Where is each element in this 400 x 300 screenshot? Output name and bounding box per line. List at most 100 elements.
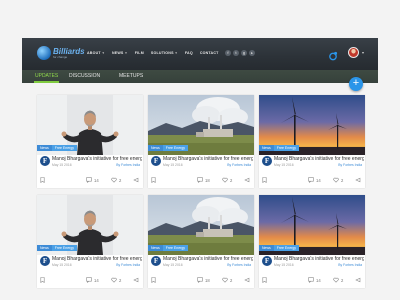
comment-button[interactable]: 14 — [308, 277, 321, 283]
news-badge[interactable]: News — [259, 245, 274, 251]
like-count: 2 — [341, 177, 344, 183]
post-author[interactable]: By Forbes India — [338, 263, 362, 267]
news-badge[interactable]: News — [37, 245, 52, 251]
comment-button[interactable]: 14 — [86, 277, 99, 283]
post-title[interactable]: Manoj Bhargava's initiative for free ene… — [52, 156, 142, 162]
post-date: May 15 2016 — [52, 163, 72, 167]
category-badge[interactable]: Free Energy — [162, 145, 189, 151]
heart-icon — [111, 277, 117, 283]
twitter-icon[interactable]: t — [233, 50, 239, 56]
like-button[interactable]: 2 — [111, 277, 121, 283]
nav-item-film[interactable]: FILM — [135, 51, 144, 55]
post-author[interactable]: By Forbes India — [338, 163, 362, 167]
comment-button[interactable]: 14 — [86, 177, 99, 183]
forbes-logo-icon[interactable]: F — [151, 256, 161, 266]
tab-discussion[interactable]: DISCUSSION — [69, 73, 100, 79]
bookmark-icon[interactable] — [40, 177, 45, 183]
category-badge[interactable]: Free Energy — [162, 245, 189, 251]
like-button[interactable]: 2 — [333, 177, 343, 183]
post-author[interactable]: By Forbes India — [116, 263, 140, 267]
forbes-logo-icon[interactable]: F — [262, 156, 272, 166]
comment-count: 14 — [316, 177, 321, 183]
share-icon[interactable] — [244, 277, 250, 283]
forbes-logo-icon[interactable]: F — [40, 156, 50, 166]
nav-item-faq[interactable]: FAQ — [185, 51, 193, 55]
nav-item-about[interactable]: ABOUT ▼ — [87, 51, 105, 55]
category-badge[interactable]: Free Energy — [51, 145, 78, 151]
news-badge[interactable]: News — [37, 145, 52, 151]
post-card[interactable]: News Free Energy F Manoj Bhargava's init… — [259, 195, 365, 288]
chevron-down-icon[interactable]: ▾ — [362, 50, 364, 55]
comment-button[interactable]: 14 — [308, 177, 321, 183]
post-title[interactable]: Manoj Bhargava's initiative for free ene… — [52, 256, 142, 262]
post-author[interactable]: By Forbes India — [227, 263, 251, 267]
post-title[interactable]: Manoj Bhargava's initiative for free ene… — [163, 156, 253, 162]
post-card[interactable]: News Free Energy F Manoj Bhargava's init… — [148, 195, 254, 288]
forbes-logo-icon[interactable]: F — [151, 156, 161, 166]
like-button[interactable]: 2 — [333, 277, 343, 283]
post-card[interactable]: News Free Energy F Manoj Bhargava's init… — [37, 95, 143, 188]
heart-icon — [111, 177, 117, 183]
share-icon[interactable] — [133, 177, 139, 183]
share-icon[interactable] — [133, 277, 139, 283]
category-badge[interactable]: Free Energy — [273, 145, 300, 151]
post-actions: 14 2 — [259, 174, 365, 188]
post-author[interactable]: By Forbes India — [227, 163, 251, 167]
youtube-icon[interactable]: ▸ — [249, 50, 255, 56]
post-author[interactable]: By Forbes India — [116, 163, 140, 167]
like-button[interactable]: 2 — [222, 177, 232, 183]
nav-item-news[interactable]: NEWS ▼ — [112, 51, 128, 55]
post-title[interactable]: Manoj Bhargava's initiative for free ene… — [274, 256, 364, 262]
heart-icon — [333, 177, 339, 183]
comment-button[interactable]: 18 — [197, 277, 210, 283]
chevron-down-icon: ▼ — [174, 51, 178, 55]
news-badge[interactable]: News — [148, 245, 163, 251]
share-icon[interactable] — [355, 277, 361, 283]
share-icon[interactable] — [355, 177, 361, 183]
add-post-button[interactable]: + — [349, 77, 363, 91]
active-tab-indicator — [34, 81, 59, 83]
category-badge[interactable]: Free Energy — [273, 245, 300, 251]
post-title[interactable]: Manoj Bhargava's initiative for free ene… — [274, 156, 364, 162]
post-badges: News Free Energy — [37, 145, 78, 151]
bookmark-icon[interactable] — [262, 277, 267, 283]
tabs-bar: UPDATES DISCUSSION MEETUPS — [22, 70, 378, 83]
forbes-logo-icon[interactable]: F — [262, 256, 272, 266]
heart-icon — [222, 177, 228, 183]
like-button[interactable]: 2 — [222, 277, 232, 283]
comment-button[interactable]: 18 — [197, 177, 210, 183]
nav-item-solutions[interactable]: SOLUTIONS ▼ — [151, 51, 178, 55]
tab-meetups[interactable]: MEETUPS — [119, 73, 143, 79]
post-card[interactable]: News Free Energy F Manoj Bhargava's init… — [148, 95, 254, 188]
post-badges: News Free Energy — [148, 245, 189, 251]
main-nav: ABOUT ▼ NEWS ▼ FILM SOLUTIONS ▼ FAQ CONTACT — [87, 51, 219, 55]
bookmark-icon[interactable] — [151, 277, 156, 283]
like-count: 2 — [119, 277, 122, 283]
bookmark-icon[interactable] — [262, 177, 267, 183]
post-date: May 15 2016 — [274, 163, 294, 167]
news-badge[interactable]: News — [259, 145, 274, 151]
like-button[interactable]: 2 — [111, 177, 121, 183]
notification-icon[interactable] — [328, 48, 338, 61]
bookmark-icon[interactable] — [40, 277, 45, 283]
news-badge[interactable]: News — [148, 145, 163, 151]
nav-item-contact[interactable]: CONTACT — [200, 51, 219, 55]
facebook-icon[interactable]: f — [225, 50, 231, 56]
top-navbar: Billiards for change ABOUT ▼ NEWS ▼ FILM S… — [22, 38, 378, 70]
share-icon[interactable] — [244, 177, 250, 183]
post-card[interactable]: News Free Energy F Manoj Bhargava's init… — [259, 95, 365, 188]
post-actions: 14 2 — [37, 274, 143, 288]
site-logo[interactable]: Billiards for change — [37, 46, 85, 60]
post-badges: News Free Energy — [259, 145, 300, 151]
bookmark-icon[interactable] — [151, 177, 156, 183]
user-avatar[interactable] — [348, 47, 359, 58]
comment-icon — [86, 277, 92, 283]
chevron-down-icon: ▼ — [101, 51, 105, 55]
post-title[interactable]: Manoj Bhargava's initiative for free ene… — [163, 256, 253, 262]
category-badge[interactable]: Free Energy — [51, 245, 78, 251]
post-card[interactable]: News Free Energy F Manoj Bhargava's init… — [37, 195, 143, 288]
forbes-logo-icon[interactable]: F — [40, 256, 50, 266]
comment-count: 14 — [94, 277, 99, 283]
tab-updates[interactable]: UPDATES — [35, 73, 58, 79]
googleplus-icon[interactable]: g — [241, 50, 247, 56]
